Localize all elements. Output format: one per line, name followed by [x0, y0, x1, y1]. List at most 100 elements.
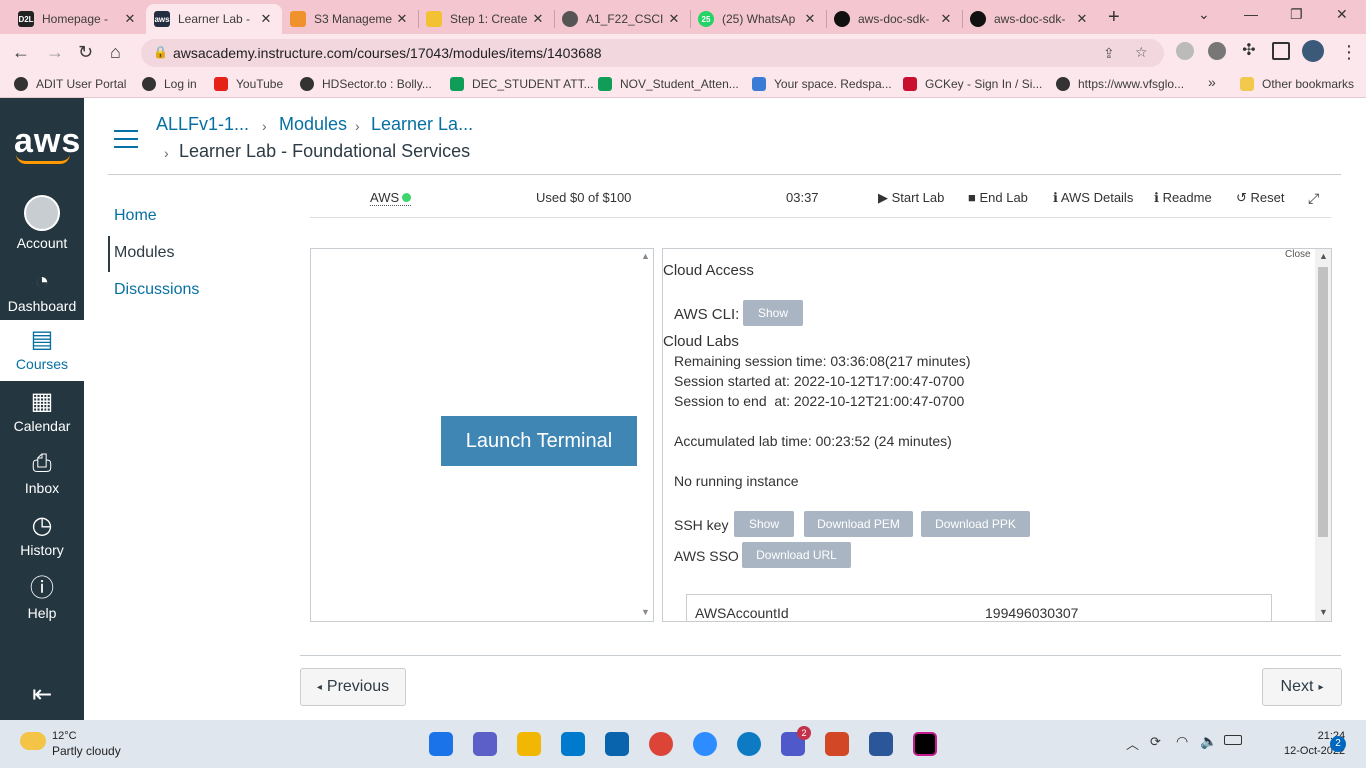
nav-inbox[interactable]: ⎙ Inbox — [0, 450, 84, 496]
extension-icon[interactable] — [1208, 42, 1226, 60]
chat-icon[interactable] — [473, 732, 497, 756]
start-icon[interactable] — [429, 732, 453, 756]
wifi-icon[interactable]: ◠ — [1176, 733, 1188, 750]
bookmark-redspace[interactable]: Your space. Redspa... — [752, 77, 892, 91]
file-explorer-icon[interactable] — [517, 732, 541, 756]
cli-show-button[interactable]: Show — [743, 300, 803, 326]
tab-whatsapp[interactable]: 25 (25) WhatsAp ✕ — [690, 4, 826, 34]
ssh-show-button[interactable]: Show — [734, 511, 794, 537]
window-close-icon[interactable]: ✕ — [1336, 6, 1348, 23]
course-menu-icon[interactable] — [114, 130, 138, 148]
tray-sync-icon[interactable]: ⟳ — [1150, 734, 1161, 750]
outlook-icon[interactable] — [605, 732, 629, 756]
course-nav-home[interactable]: Home — [114, 207, 157, 225]
extension-shield-icon[interactable] — [1176, 42, 1194, 60]
close-icon[interactable]: ✕ — [530, 11, 546, 27]
close-icon[interactable]: ✕ — [666, 11, 682, 27]
scroll-down-icon[interactable]: ▼ — [641, 607, 650, 617]
bookmark-star-icon[interactable]: ☆ — [1135, 44, 1148, 61]
notification-badge[interactable]: 2 — [1330, 736, 1346, 752]
tab-s3[interactable]: S3 Manageme ✕ — [282, 4, 418, 34]
new-tab-icon[interactable]: + — [1108, 6, 1120, 29]
bookmark-login[interactable]: Log in — [142, 77, 197, 91]
tab-github-2[interactable]: aws-doc-sdk- ✕ — [962, 4, 1098, 34]
nav-help[interactable]: ⓘ Help — [0, 575, 84, 621]
close-icon[interactable]: ✕ — [258, 11, 274, 27]
tab-homepage[interactable]: D2L Homepage - ✕ — [10, 4, 146, 34]
close-panel-link[interactable]: Close — [1285, 249, 1311, 260]
end-lab-button[interactable]: ■ End Lab — [968, 190, 1028, 205]
download-pem-button[interactable]: Download PEM — [804, 511, 913, 537]
launch-terminal-button[interactable]: Launch Terminal — [441, 416, 637, 466]
battery-icon[interactable] — [1224, 735, 1242, 745]
teamviewer-icon[interactable] — [737, 732, 761, 756]
other-bookmarks[interactable]: Other bookmarks — [1240, 77, 1354, 91]
chrome-icon[interactable] — [649, 732, 673, 756]
menu-dots-icon[interactable]: ⋮ — [1340, 42, 1358, 63]
bookmark-dec-attendance[interactable]: DEC_STUDENT ATT... — [450, 77, 594, 91]
close-icon[interactable]: ✕ — [394, 11, 410, 27]
nav-calendar[interactable]: ▦ Calendar — [0, 388, 84, 434]
weather-widget[interactable]: 12°C Partly cloudy — [20, 729, 121, 759]
powerpoint-icon[interactable] — [825, 732, 849, 756]
scroll-up-icon[interactable]: ▲ — [641, 251, 650, 261]
nav-account[interactable]: Account — [0, 195, 84, 251]
close-icon[interactable]: ✕ — [802, 11, 818, 27]
vscode-icon[interactable] — [561, 732, 585, 756]
download-url-button[interactable]: Download URL — [742, 542, 851, 568]
tab-step1[interactable]: Step 1: Create ✕ — [418, 4, 554, 34]
word-icon[interactable] — [869, 732, 893, 756]
share-icon[interactable]: ⇪ — [1103, 45, 1115, 62]
reload-icon[interactable]: ↻ — [78, 42, 93, 63]
breadcrumb-item[interactable]: Learner La... — [371, 114, 473, 135]
forward-icon[interactable]: → — [46, 42, 64, 63]
tab-learner-lab[interactable]: aws Learner Lab - ✕ — [146, 4, 282, 34]
bookmark-vfs[interactable]: https://www.vfsglo... — [1056, 77, 1184, 91]
start-lab-button[interactable]: ▶ Start Lab — [878, 190, 944, 206]
tab-github-1[interactable]: aws-doc-sdk- ✕ — [826, 4, 962, 34]
bookmark-nov-attendance[interactable]: NOV_Student_Atten... — [598, 77, 739, 91]
tray-chevron-icon[interactable]: ︿ — [1126, 734, 1139, 753]
fullscreen-icon[interactable]: ⤢ — [1308, 190, 1319, 207]
tab-search-icon[interactable]: ⌄ — [1198, 6, 1210, 23]
bookmark-gckey[interactable]: GCKey - Sign In / Si... — [903, 77, 1042, 91]
avatar[interactable] — [1302, 40, 1324, 62]
scrollbar[interactable]: ▲ ▼ — [1315, 249, 1331, 621]
bookmark-hdsector[interactable]: HDSector.to : Bolly... — [300, 77, 432, 91]
close-icon[interactable]: ✕ — [122, 11, 138, 27]
nav-courses[interactable]: ▤ Courses — [0, 320, 84, 381]
sidepanel-icon[interactable] — [1272, 42, 1290, 60]
scrollbar[interactable]: ▲ ▼ — [638, 249, 654, 621]
bookmark-youtube[interactable]: YouTube — [214, 77, 283, 91]
bookmark-adit[interactable]: ADIT User Portal — [14, 77, 126, 91]
tab-a1[interactable]: A1_F22_CSCI ✕ — [554, 4, 690, 34]
maximize-icon[interactable]: ❐ — [1290, 6, 1303, 23]
back-icon[interactable]: ← — [12, 42, 30, 63]
scroll-down-icon[interactable]: ▼ — [1319, 607, 1328, 617]
intellij-icon[interactable] — [913, 732, 937, 756]
scroll-up-icon[interactable]: ▲ — [1319, 251, 1328, 261]
breadcrumb-modules[interactable]: Modules — [279, 114, 347, 135]
close-icon[interactable]: ✕ — [1074, 11, 1090, 27]
volume-icon[interactable]: 🔈 — [1200, 733, 1217, 750]
nav-dashboard[interactable]: ◔ Dashboard — [0, 268, 84, 314]
teams-icon[interactable]: 2 — [781, 726, 811, 756]
course-nav-discussions[interactable]: Discussions — [114, 281, 199, 299]
puzzle-icon[interactable]: ✣ — [1240, 42, 1258, 60]
aws-details-button[interactable]: ℹ AWS Details — [1053, 190, 1133, 206]
address-bar[interactable]: 🔒 awsacademy.instructure.com/courses/170… — [141, 39, 1164, 67]
aws-status[interactable]: AWS — [370, 190, 412, 206]
bookmarks-overflow-icon[interactable]: » — [1208, 74, 1216, 90]
zoom-icon[interactable] — [693, 732, 717, 756]
previous-button[interactable]: ◂ Previous — [300, 668, 406, 706]
minimize-icon[interactable]: — — [1244, 6, 1258, 22]
scrollbar-thumb[interactable] — [1318, 267, 1328, 537]
collapse-nav-icon[interactable]: ⇤ — [0, 680, 84, 709]
home-icon[interactable]: ⌂ — [110, 42, 121, 63]
course-nav-modules[interactable]: Modules — [114, 244, 174, 262]
reset-button[interactable]: ↺ Reset — [1236, 190, 1284, 206]
download-ppk-button[interactable]: Download PPK — [921, 511, 1030, 537]
breadcrumb-course[interactable]: ALLFv1-1... — [156, 114, 249, 135]
nav-history[interactable]: ◷ History — [0, 512, 84, 558]
close-icon[interactable]: ✕ — [938, 11, 954, 27]
